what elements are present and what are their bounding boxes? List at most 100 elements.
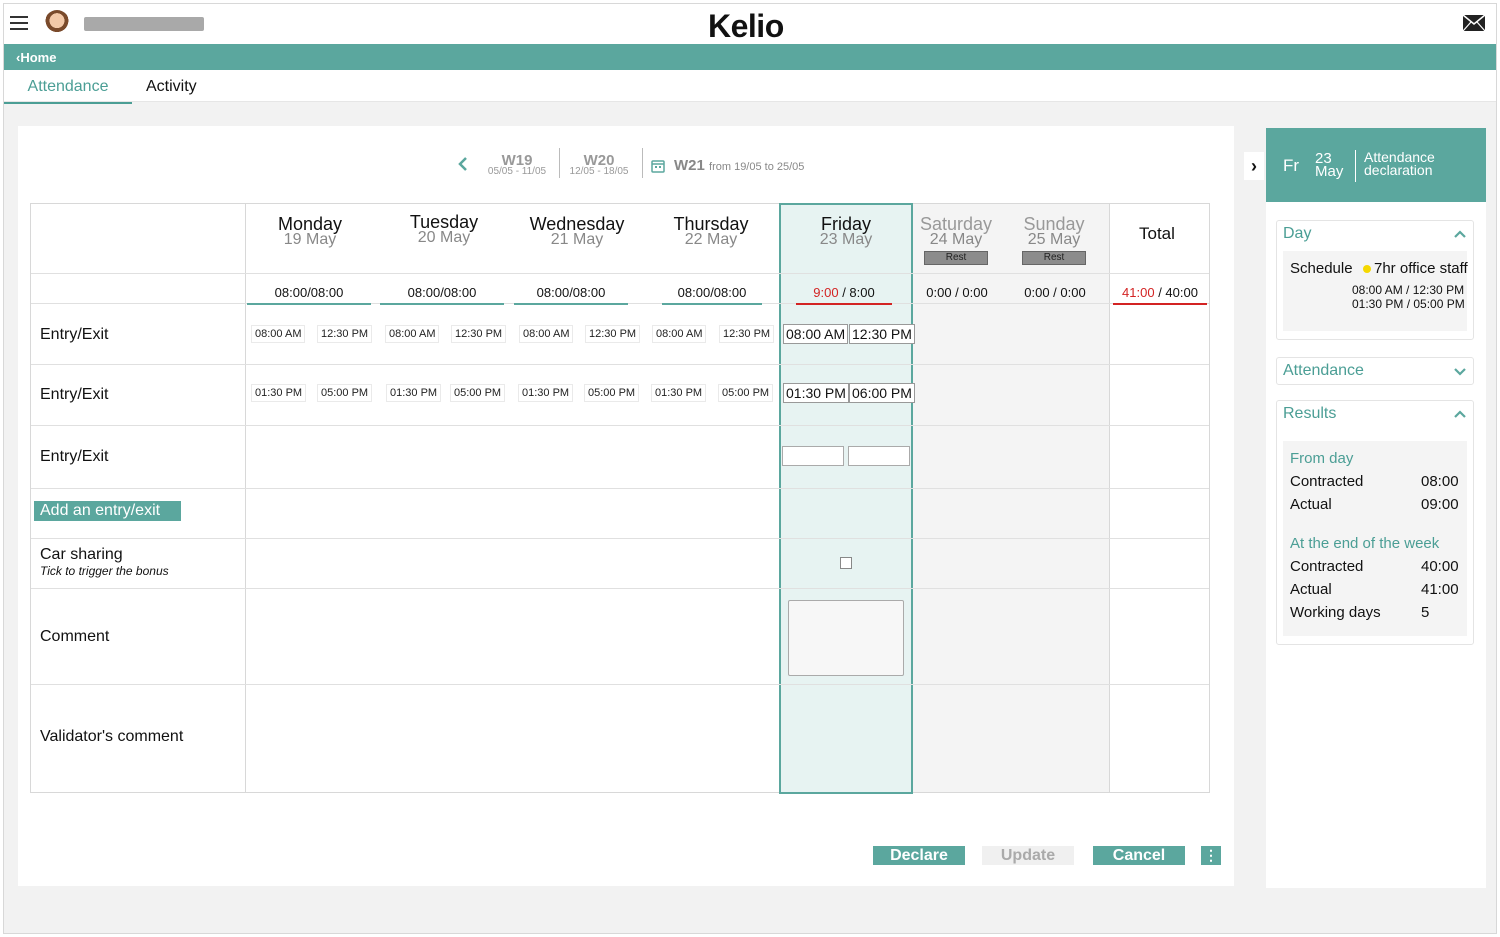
menu-icon[interactable] xyxy=(10,16,28,30)
actual-day-value: 09:00 xyxy=(1421,496,1459,513)
time-entry[interactable]: 01:30 PM xyxy=(251,384,307,402)
schedule-name: 7hr office staff xyxy=(1363,260,1468,277)
rest-badge: Rest xyxy=(924,251,988,265)
friday-entry-input[interactable]: 01:30 PM xyxy=(783,383,849,403)
working-days-label: Working days xyxy=(1290,604,1381,621)
attendance-panel-title[interactable]: Attendance xyxy=(1283,362,1364,380)
day-header-tuesday: Tuesday 20 May xyxy=(409,212,479,246)
kelio-logo: Kelio xyxy=(708,8,784,44)
time-entry[interactable]: 08:00 AM xyxy=(652,325,707,343)
top-bar: Kelio xyxy=(4,4,1496,44)
cancel-button[interactable]: Cancel xyxy=(1093,846,1185,865)
time-entry[interactable]: 01:30 PM xyxy=(651,384,707,402)
time-exit[interactable]: 12:30 PM xyxy=(317,325,373,343)
time-entry[interactable]: 01:30 PM xyxy=(518,384,574,402)
results-panel-title[interactable]: Results xyxy=(1283,405,1336,423)
current-week: W21 from 19/05 to 25/05 xyxy=(674,157,805,174)
contracted-week-value: 40:00 xyxy=(1421,558,1459,575)
time-entry[interactable]: 08:00 AM xyxy=(385,325,440,343)
schedule-friday: 9:00 / 8:00 xyxy=(796,285,892,305)
actual-week-value: 41:00 xyxy=(1421,581,1459,598)
side-panel-header: Fr 23 May Attendance declaration xyxy=(1266,128,1486,202)
calendar-icon[interactable] xyxy=(651,159,665,173)
contracted-label: Contracted xyxy=(1290,558,1364,575)
chevron-up-icon[interactable] xyxy=(1453,227,1467,241)
car-sharing-hint: Tick to trigger the bonus xyxy=(40,564,169,578)
schedule-slot: 01:30 PM / 05:00 PM xyxy=(1352,297,1465,311)
day-header-friday: Friday 23 May xyxy=(819,214,873,248)
time-exit[interactable]: 05:00 PM xyxy=(317,384,373,402)
rest-badge: Rest xyxy=(1022,251,1086,265)
time-exit[interactable]: 12:30 PM xyxy=(451,325,507,343)
day-header-thursday: Thursday 22 May xyxy=(673,214,749,248)
day-panel: Day Schedule 7hr office staff 08:00 AM /… xyxy=(1276,220,1474,340)
car-sharing-checkbox[interactable] xyxy=(840,557,852,569)
time-entry[interactable]: 08:00 AM xyxy=(251,325,306,343)
update-button[interactable]: Update xyxy=(982,846,1074,865)
time-exit[interactable]: 05:00 PM xyxy=(584,384,640,402)
schedule-sunday: 0:00 / 0:00 xyxy=(1024,285,1086,300)
week-w20[interactable]: W20 12/05 - 18/05 xyxy=(562,152,636,177)
total-header: Total xyxy=(1139,224,1175,243)
results-panel: Results From day Contracted 08:00 Actual… xyxy=(1276,400,1474,645)
app-window: Kelio ‹Home Attendance Activity W19 05/0… xyxy=(3,3,1497,934)
time-exit[interactable]: 05:00 PM xyxy=(718,384,774,402)
day-header-sunday: Sunday 25 May Rest xyxy=(1022,214,1086,265)
day-header-saturday: Saturday 24 May Rest xyxy=(919,214,993,265)
avatar[interactable] xyxy=(44,10,70,38)
add-entry-exit-button[interactable]: Add an entry/exit xyxy=(34,501,181,521)
schedule-total: 41:00 / 40:00 xyxy=(1113,285,1207,305)
declare-button[interactable]: Declare xyxy=(873,846,965,865)
timesheet-card: W19 05/05 - 11/05 W20 12/05 - 18/05 W21 … xyxy=(18,126,1234,886)
day-panel-body: Schedule 7hr office staff 08:00 AM / 12:… xyxy=(1283,251,1468,331)
friday-exit-input[interactable]: 12:30 PM xyxy=(849,324,915,344)
row-label-entry-exit: Entry/Exit xyxy=(40,326,109,343)
weekday: Fr xyxy=(1283,156,1300,175)
row-label-comment: Comment xyxy=(40,628,110,645)
time-exit[interactable]: 12:30 PM xyxy=(585,325,641,343)
tab-activity[interactable]: Activity xyxy=(146,78,197,102)
more-options-button[interactable]: ⋮ xyxy=(1201,846,1221,865)
attendance-panel[interactable]: Attendance xyxy=(1276,357,1474,385)
time-exit[interactable]: 12:30 PM xyxy=(719,325,775,343)
schedule-saturday: 0:00 / 0:00 xyxy=(926,285,988,300)
time-exit[interactable]: 05:00 PM xyxy=(450,384,506,402)
chevron-left-icon[interactable] xyxy=(458,156,468,172)
time-entry[interactable]: 01:30 PM xyxy=(386,384,442,402)
timesheet-grid: Monday 19 May Tuesday 20 May Wednesday 21 M… xyxy=(30,203,1210,794)
day-header-wednesday: Wednesday 21 May xyxy=(529,214,625,248)
friday-exit-input[interactable]: 06:00 PM xyxy=(849,383,915,403)
from-day-heading: From day xyxy=(1290,450,1354,467)
row-label-car-sharing: Car sharing Tick to trigger the bonus xyxy=(40,546,169,578)
friday-entry-input[interactable]: 08:00 AM xyxy=(783,324,849,344)
actual-label: Actual xyxy=(1290,581,1332,598)
time-entry[interactable]: 08:00 AM xyxy=(519,325,574,343)
friday-exit-input[interactable] xyxy=(848,446,910,466)
week-w19[interactable]: W19 05/05 - 11/05 xyxy=(478,152,556,177)
schedule-monday: 08:00/08:00 xyxy=(247,285,371,305)
end-of-week-heading: At the end of the week xyxy=(1290,535,1440,552)
row-label-entry-exit: Entry/Exit xyxy=(40,386,109,403)
day-panel-title[interactable]: Day xyxy=(1283,225,1311,243)
chevron-down-icon[interactable] xyxy=(1453,364,1467,378)
side-panel: Fr 23 May Attendance declaration Day Sched… xyxy=(1266,128,1486,888)
tab-attendance[interactable]: Attendance xyxy=(4,78,132,104)
schedule-label: Schedule xyxy=(1290,260,1353,277)
friday-entry-input[interactable] xyxy=(782,446,844,466)
comment-textarea[interactable] xyxy=(788,600,904,676)
date: 23 May xyxy=(1315,150,1344,180)
working-days-value: 5 xyxy=(1421,604,1430,621)
tab-bar: Attendance Activity xyxy=(4,70,1496,104)
chevron-up-icon[interactable] xyxy=(1453,407,1467,421)
week-separator xyxy=(559,148,560,178)
home-breadcrumb[interactable]: ‹Home xyxy=(4,44,1496,70)
username-placeholder xyxy=(84,17,204,31)
schedule-dot-icon xyxy=(1363,265,1371,274)
week-separator xyxy=(642,148,643,178)
collapse-panel-button[interactable]: › xyxy=(1244,152,1264,180)
mail-icon[interactable] xyxy=(1462,14,1486,32)
results-body: From day Contracted 08:00 Actual 09:00 A… xyxy=(1283,441,1467,636)
schedule-tuesday: 08:00/08:00 xyxy=(380,285,504,305)
schedule-slot: 08:00 AM / 12:30 PM xyxy=(1352,283,1465,297)
actual-label: Actual xyxy=(1290,496,1332,513)
